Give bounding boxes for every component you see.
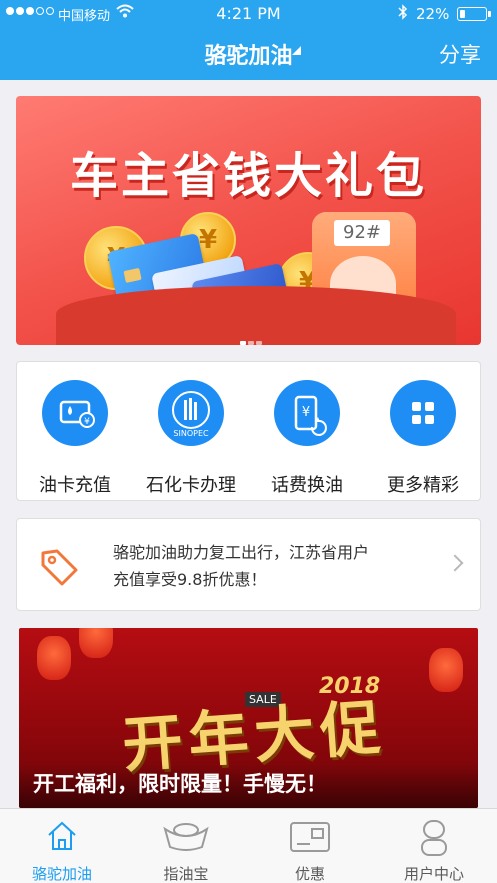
user-icon — [417, 819, 451, 856]
phone-bill-exchange-icon: ¥ — [274, 380, 340, 446]
lantern-image — [79, 628, 113, 658]
svg-text:SINOPEC: SINOPEC — [173, 429, 209, 438]
battery-icon — [457, 7, 487, 21]
status-bar: 中国移动 4:21 PM 22% — [0, 0, 497, 28]
bottom-tab-bar: 骆驼加油 指油宝 优惠 用户中心 — [0, 808, 497, 883]
tab-label: 用户中心 — [403, 865, 464, 883]
promo-carousel-banner[interactable]: 车主省钱大礼包 ¥ ¥ ¥ 92# — [16, 96, 481, 345]
chevron-right-icon — [446, 554, 464, 572]
tab-label: 指油宝 — [163, 865, 209, 883]
tab-home[interactable]: 骆驼加油 — [0, 809, 124, 883]
share-button[interactable]: 分享 — [439, 39, 481, 69]
grid-more-icon — [390, 380, 456, 446]
lantern-image — [37, 636, 71, 680]
menu-item-fuel-card-recharge[interactable]: ¥ 油卡充值 — [17, 380, 133, 496]
coupon-card-icon — [288, 819, 332, 853]
menu-item-more[interactable]: 更多精彩 — [365, 380, 481, 496]
carousel-pager — [240, 330, 264, 345]
tab-user-center[interactable]: 用户中心 — [372, 809, 496, 883]
menu-item-phone-bill-exchange[interactable]: ¥ 话费换油 — [249, 380, 365, 496]
page-title: 骆驼加油 — [204, 44, 293, 69]
tab-discounts[interactable]: 优惠 — [248, 809, 372, 883]
tab-zhiyoubao[interactable]: 指油宝 — [124, 809, 248, 883]
promo-caption-bar: 开工福利，限时限量！手慢无！ — [19, 764, 478, 808]
gold-ingot-icon — [162, 819, 210, 853]
fuel-card-recharge-icon: ¥ — [42, 380, 108, 446]
svg-text:¥: ¥ — [302, 405, 310, 420]
fuel-grade-display: 92# — [334, 220, 390, 246]
lantern-image — [429, 648, 463, 692]
menu-label: 油卡充值 — [39, 475, 111, 496]
title-corner-arrow-icon — [292, 46, 301, 55]
menu-label: 石化卡办理 — [146, 475, 236, 496]
tab-label: 骆驼加油 — [31, 865, 92, 883]
home-icon — [45, 819, 79, 853]
menu-label: 更多精彩 — [387, 475, 459, 496]
notice-line: 充值享受9.8折优惠！ — [113, 570, 267, 589]
notice-line: 骆驼加油助力复工出行，江苏省用户 — [113, 543, 370, 562]
bluetooth-icon — [398, 4, 408, 24]
banner-title: 车主省钱大礼包 — [69, 148, 427, 204]
menu-label: 话费换油 — [271, 475, 343, 496]
battery-cap — [488, 11, 491, 17]
price-tag-icon — [39, 547, 79, 587]
menu-item-sinopec-card[interactable]: SINOPEC 石化卡办理 — [133, 380, 249, 496]
promotion-notice[interactable]: 骆驼加油助力复工出行，江苏省用户 充值享受9.8折优惠！ — [16, 518, 481, 611]
red-envelope-image — [56, 286, 456, 345]
sinopec-logo-icon: SINOPEC — [158, 380, 224, 446]
quick-menu: ¥ 油卡充值 SINOPEC 石化卡办理 ¥ 话费换油 更多精彩 — [16, 361, 481, 501]
battery-percent: 22% — [416, 5, 450, 23]
new-year-sale-banner[interactable]: SALE 2018 开年大促 开工福利，限时限量！手慢无！ — [19, 628, 478, 808]
top-bar: 中国移动 4:21 PM 22% 骆驼加油 分享 — [0, 0, 497, 80]
promo-caption: 开工福利，限时限量！手慢无！ — [33, 772, 327, 796]
svg-text:¥: ¥ — [84, 417, 90, 427]
tab-label: 优惠 — [294, 865, 325, 883]
notice-text: 骆驼加油助力复工出行，江苏省用户 充值享受9.8折优惠！ — [113, 539, 433, 593]
